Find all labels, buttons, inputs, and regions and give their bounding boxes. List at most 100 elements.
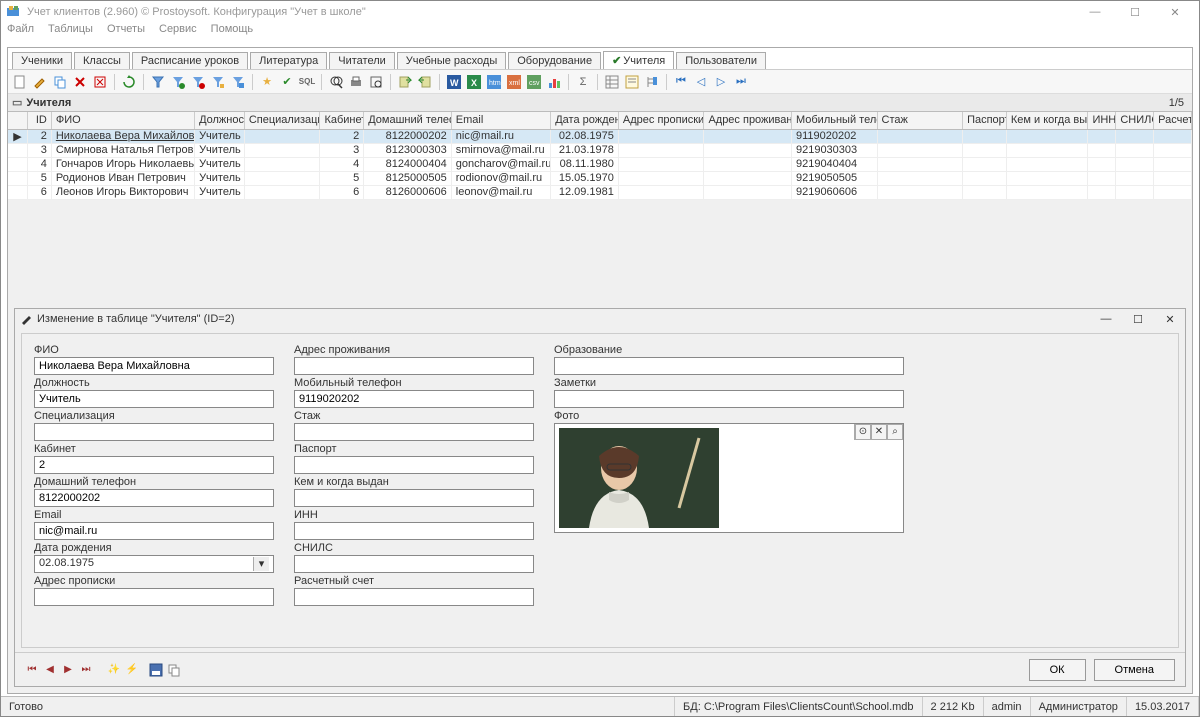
menu-reports[interactable]: Отчеты [107,23,145,41]
col-passport[interactable]: Паспорт [963,112,1007,129]
nav-prev-icon[interactable]: ◀ [43,663,57,677]
input-dob[interactable]: 02.08.1975▾ [34,555,274,573]
input-position[interactable] [34,390,274,408]
input-addr-reg[interactable] [34,588,274,606]
menu-tables[interactable]: Таблицы [48,23,93,41]
preview-icon[interactable] [368,74,384,90]
filter-edit-icon[interactable] [210,74,226,90]
copy-icon[interactable] [52,74,68,90]
input-spec[interactable] [34,423,274,441]
col-position[interactable]: Должность [195,112,245,129]
cancel-button[interactable]: Отмена [1094,659,1175,681]
nav-first-icon[interactable]: ⏮ [25,663,39,677]
export-icon[interactable] [397,74,413,90]
nav-last-icon[interactable]: ⏭ [733,74,749,90]
col-addr-live[interactable]: Адрес проживания [704,112,792,129]
menu-file[interactable]: Файл [7,23,34,41]
panel-close-button[interactable]: ✕ [1161,313,1179,326]
tab-teachers[interactable]: ✔Учителя [603,51,674,69]
input-mobile[interactable] [294,390,534,408]
edit-icon[interactable] [32,74,48,90]
col-exp[interactable]: Стаж [878,112,964,129]
col-issued[interactable]: Кем и когда выдан [1007,112,1089,129]
filter-remove-icon[interactable] [190,74,206,90]
photo-delete-icon[interactable]: ✕ [871,424,887,440]
input-fio[interactable] [34,357,274,375]
chart-icon[interactable] [546,74,562,90]
panel-minimize-button[interactable]: — [1097,313,1115,326]
minimize-button[interactable]: — [1075,2,1115,22]
col-snils[interactable]: СНИЛС [1116,112,1154,129]
col-email[interactable]: Email [452,112,551,129]
form-icon[interactable] [624,74,640,90]
import-icon[interactable] [417,74,433,90]
menu-service[interactable]: Сервис [159,23,197,41]
filter-group-icon[interactable] [230,74,246,90]
input-email[interactable] [34,522,274,540]
col-mobile[interactable]: Мобильный телефон [792,112,878,129]
menu-help[interactable]: Помощь [211,23,254,41]
col-account[interactable]: Расчетн [1154,112,1192,129]
nav-last-icon[interactable]: ⏭ [79,663,93,677]
input-account[interactable] [294,588,534,606]
wizard-icon[interactable]: ✨ [107,663,121,677]
panel-maximize-button[interactable]: ☐ [1129,313,1147,326]
input-passport[interactable] [294,456,534,474]
nav-prev-icon[interactable]: ◁ [693,74,709,90]
nav-first-icon[interactable]: ⏮ [673,74,689,90]
save-icon[interactable] [149,663,163,677]
tab-students[interactable]: Ученики [12,52,72,69]
date-dropdown-icon[interactable]: ▾ [253,557,269,571]
tree-icon[interactable] [644,74,660,90]
col-dob[interactable]: Дата рождения [551,112,619,129]
close-button[interactable]: ✕ [1155,2,1195,22]
col-fio[interactable]: ФИО [52,112,195,129]
filter-add-icon[interactable] [170,74,186,90]
maximize-button[interactable]: ☐ [1115,2,1155,22]
refresh-icon[interactable] [121,74,137,90]
copy-record-icon[interactable] [167,663,181,677]
table-row[interactable]: 4Гончаров Игорь НиколаевьичУчитель481240… [8,158,1192,172]
word-icon[interactable]: W [446,74,462,90]
photo-zoom-icon[interactable]: ⌕ [887,424,903,440]
print-icon[interactable] [348,74,364,90]
excel-icon[interactable]: X [466,74,482,90]
grid-icon[interactable] [604,74,620,90]
input-room[interactable] [34,456,274,474]
new-icon[interactable] [12,74,28,90]
input-snils[interactable] [294,555,534,573]
nav-next-icon[interactable]: ▷ [713,74,729,90]
col-addr-reg[interactable]: Адрес прописки [619,112,705,129]
table-row[interactable]: ▶2Николаева Вера МихайловнаУчитель281220… [8,130,1192,144]
tab-schedule[interactable]: Расписание уроков [132,52,248,69]
sum-icon[interactable]: Σ [575,74,591,90]
table-row[interactable]: 3Смирнова Наталья ПетровнаУчитель3812300… [8,144,1192,158]
csv-icon[interactable]: csv [526,74,542,90]
photo-field[interactable]: ⊙ ✕ ⌕ [554,423,904,533]
col-inn[interactable]: ИНН [1088,112,1116,129]
xml-icon[interactable]: xml [506,74,522,90]
tab-readers[interactable]: Читатели [329,52,395,69]
grid-collapse-icon[interactable]: ▭ [12,96,22,109]
table-row[interactable]: 6Леонов Игорь ВикторовичУчитель681260006… [8,186,1192,200]
search-icon[interactable] [328,74,344,90]
input-exp[interactable] [294,423,534,441]
nav-next-icon[interactable]: ▶ [61,663,75,677]
star-icon[interactable]: ★ [259,74,275,90]
tab-equipment[interactable]: Оборудование [508,52,601,69]
tab-classes[interactable]: Классы [74,52,130,69]
photo-browse-icon[interactable]: ⊙ [855,424,871,440]
input-inn[interactable] [294,522,534,540]
col-homephone[interactable]: Домашний телефон [364,112,452,129]
col-id[interactable]: ID [28,112,52,129]
filter-icon[interactable] [150,74,166,90]
input-notes[interactable] [554,390,904,408]
tab-literature[interactable]: Литература [250,52,327,69]
input-homephone[interactable] [34,489,274,507]
delete-icon[interactable] [72,74,88,90]
table-row[interactable]: 5Родионов Иван ПетровичУчитель5812500050… [8,172,1192,186]
input-education[interactable] [554,357,904,375]
flash-icon[interactable]: ⚡ [125,663,139,677]
tab-expenses[interactable]: Учебные расходы [397,52,506,69]
sql-icon[interactable]: SQL [299,74,315,90]
